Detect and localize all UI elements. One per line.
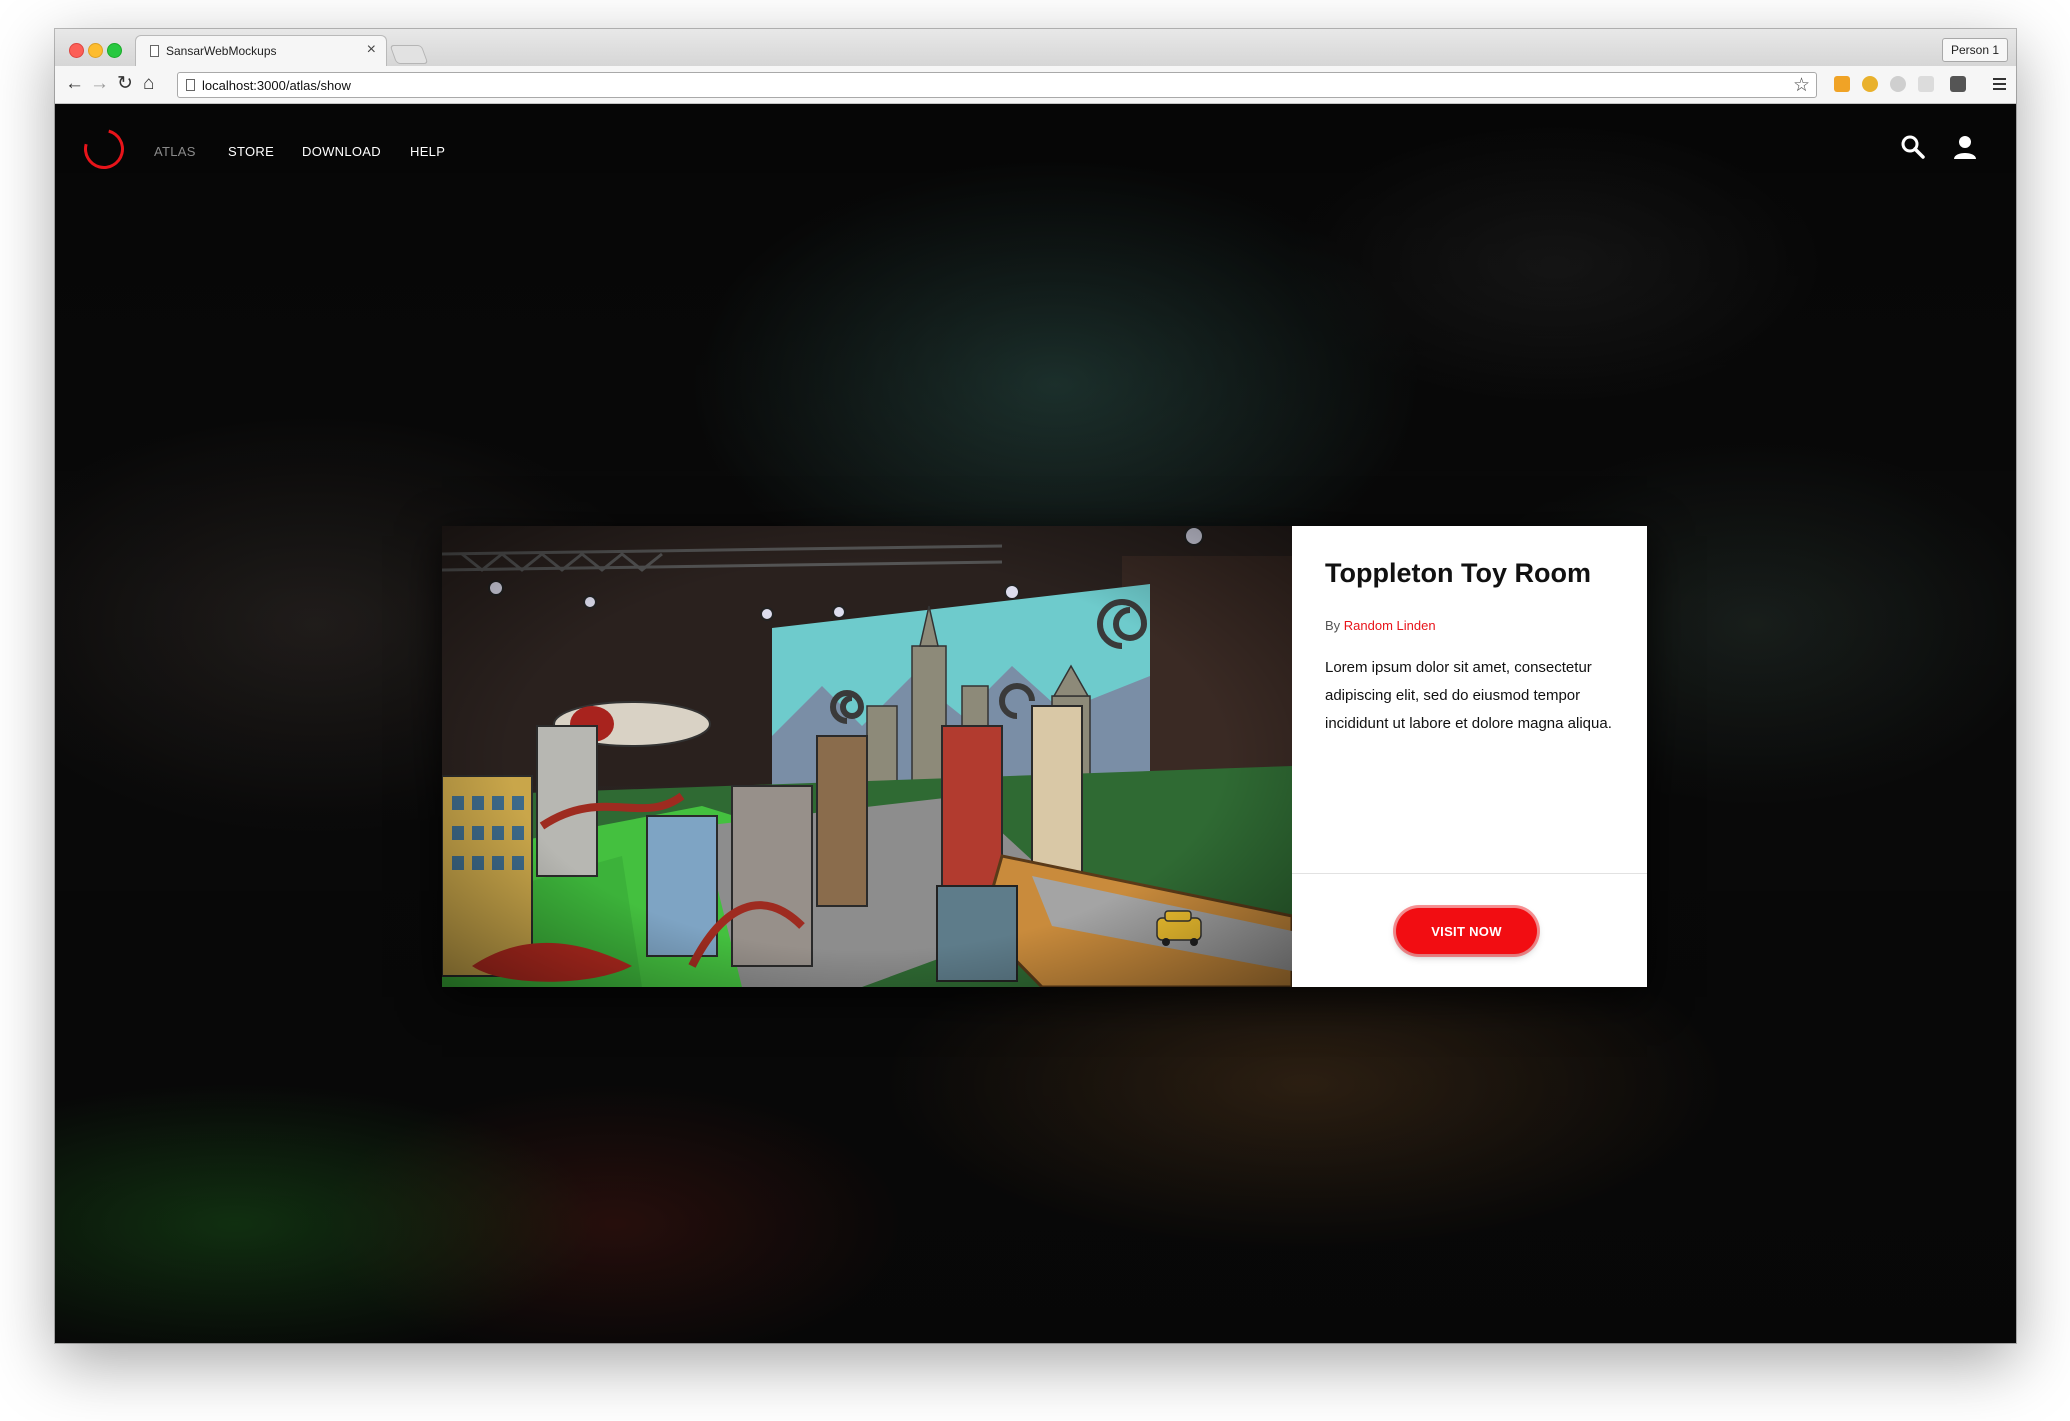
account-icon[interactable] — [1952, 134, 1978, 160]
experience-card: Toppleton Toy Room By Random Linden Lore… — [442, 526, 1647, 987]
browser-tab[interactable]: SansarWebMockups × — [135, 35, 387, 66]
zoom-window-button[interactable] — [107, 43, 122, 58]
browser-toolbar: ← → ↻ ⌂ localhost:3000/atlas/show ☆ — [55, 66, 2016, 104]
home-icon[interactable]: ⌂ — [143, 74, 154, 94]
nav-download[interactable]: DOWNLOAD — [302, 144, 381, 159]
browser-window: SansarWebMockups × Person 1 ← → ↻ ⌂ loca… — [55, 29, 2016, 1343]
tab-title: SansarWebMockups — [166, 44, 277, 58]
close-tab-icon[interactable]: × — [367, 41, 376, 59]
experience-image[interactable] — [442, 526, 1292, 987]
by-label: By — [1325, 618, 1341, 633]
visit-now-button[interactable]: VISIT NOW — [1396, 908, 1537, 954]
toy-room-scene — [442, 526, 1292, 987]
menu-icon[interactable] — [1993, 75, 2006, 93]
address-bar[interactable]: localhost:3000/atlas/show ☆ — [177, 72, 1817, 98]
profile-button[interactable]: Person 1 — [1941, 38, 2008, 62]
tab-strip: SansarWebMockups × Person 1 — [55, 29, 2016, 66]
search-icon[interactable] — [1900, 134, 1926, 160]
bookmark-star-icon[interactable]: ☆ — [1793, 74, 1810, 97]
page-content: ATLAS STORE DOWNLOAD HELP Toppleton Toy … — [55, 104, 2016, 1343]
extension-icon[interactable] — [1918, 76, 1934, 92]
extension-icon[interactable] — [1950, 76, 1966, 92]
experience-title: Toppleton Toy Room — [1325, 558, 1591, 588]
forward-icon[interactable]: → — [90, 74, 109, 94]
experience-byline: By Random Linden — [1325, 618, 1436, 633]
nav-help[interactable]: HELP — [410, 144, 445, 159]
page-icon — [186, 79, 195, 91]
close-window-button[interactable] — [69, 43, 84, 58]
back-icon[interactable]: ← — [65, 74, 84, 94]
sansar-logo[interactable] — [76, 121, 132, 177]
extension-icon[interactable] — [1834, 76, 1850, 92]
reload-icon[interactable]: ↻ — [117, 74, 133, 94]
page-icon — [150, 45, 159, 57]
experience-details: Toppleton Toy Room By Random Linden Lore… — [1292, 526, 1647, 987]
url-text[interactable]: localhost:3000/atlas/show — [202, 78, 351, 93]
divider — [1292, 873, 1647, 874]
extension-icon[interactable] — [1862, 76, 1878, 92]
extension-icon[interactable] — [1890, 76, 1906, 92]
new-tab-button[interactable] — [389, 45, 429, 64]
nav-atlas[interactable]: ATLAS — [154, 144, 196, 159]
experience-description: Lorem ipsum dolor sit amet, consectetur … — [1325, 659, 1612, 732]
minimize-window-button[interactable] — [88, 43, 103, 58]
nav-store[interactable]: STORE — [228, 144, 274, 159]
site-header: ATLAS STORE DOWNLOAD HELP — [55, 104, 2016, 204]
author-link[interactable]: Random Linden — [1344, 618, 1436, 633]
